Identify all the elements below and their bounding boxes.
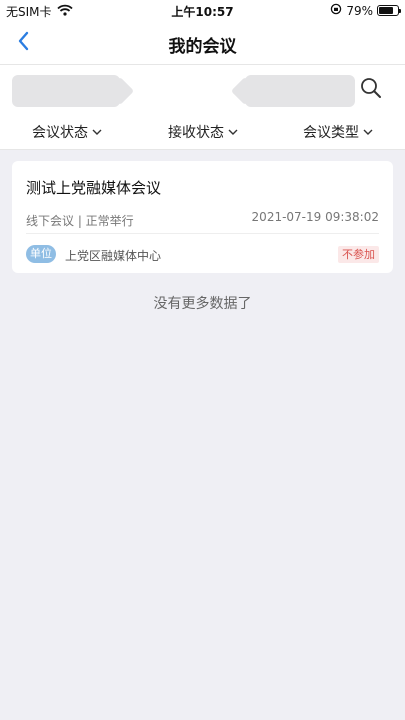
chevron-left-icon	[17, 31, 29, 55]
status-badge: 不参加	[338, 246, 379, 263]
filter-bar: 会议状态 接收状态 会议类型	[0, 114, 405, 150]
filter-receive-status[interactable]: 接收状态	[168, 122, 238, 142]
status-bar: 无SIM卡 上午10:57 79%	[0, 0, 405, 22]
filter-label: 会议状态	[32, 125, 88, 141]
filter-meeting-status[interactable]: 会议状态	[32, 122, 102, 142]
battery-icon	[377, 5, 401, 16]
meeting-time: 2021-07-19 09:38:02	[251, 210, 379, 224]
search-area	[0, 64, 405, 114]
date-end-field[interactable]	[245, 75, 355, 107]
filter-meeting-type[interactable]: 会议类型	[303, 122, 373, 142]
search-icon	[360, 77, 382, 103]
filter-label: 接收状态	[168, 125, 224, 141]
chevron-down-icon	[228, 124, 238, 140]
filter-label: 会议类型	[303, 125, 359, 141]
unit-badge: 单位	[26, 245, 56, 263]
card-divider	[26, 233, 379, 234]
chevron-down-icon	[92, 124, 102, 140]
back-button[interactable]	[10, 30, 36, 56]
search-button[interactable]	[358, 77, 384, 103]
meeting-title: 测试上党融媒体会议	[26, 179, 162, 197]
meeting-card[interactable]: 测试上党融媒体会议 线下会议 | 正常举行 2021-07-19 09:38:0…	[12, 161, 393, 273]
meeting-meta: 线下会议 | 正常举行	[26, 214, 134, 228]
page-title: 我的会议	[168, 37, 237, 57]
orientation-lock-icon	[330, 3, 342, 18]
chevron-down-icon	[363, 124, 373, 140]
no-more-data-text: 没有更多数据了	[153, 296, 252, 312]
date-start-field[interactable]	[12, 75, 120, 107]
unit-name: 上党区融媒体中心	[65, 249, 162, 263]
battery-percent: 79%	[346, 3, 373, 18]
nav-bar: 我的会议	[0, 22, 405, 64]
